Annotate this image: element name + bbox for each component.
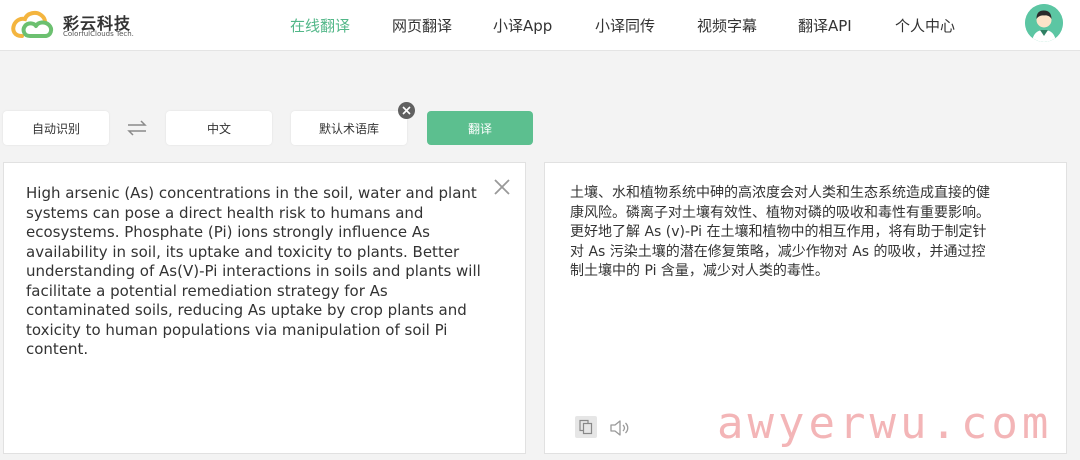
glossary-select[interactable]: 默认术语库 bbox=[291, 111, 407, 145]
clear-source-icon[interactable] bbox=[492, 177, 512, 197]
avatar[interactable] bbox=[1025, 4, 1063, 42]
cloud-logo-icon bbox=[11, 10, 54, 38]
translate-button[interactable]: 翻译 bbox=[427, 111, 533, 145]
target-language-select[interactable]: 中文 bbox=[166, 111, 272, 145]
nav-simultaneous[interactable]: 小译同传 bbox=[595, 15, 655, 36]
nav-video-subtitles[interactable]: 视频字幕 bbox=[697, 15, 757, 36]
watermark: awyerwu.com bbox=[717, 398, 1053, 449]
nav-web-translate[interactable]: 网页翻译 bbox=[392, 15, 452, 36]
source-panel: High arsenic (As) concentrations in the … bbox=[3, 162, 526, 454]
user-avatar-icon bbox=[1025, 4, 1063, 42]
translation-output: 土壤、水和植物系统中砷的高浓度会对人类和生态系统造成直接的健 康风险。磷离子对土… bbox=[570, 185, 990, 279]
source-text-input[interactable]: High arsenic (As) concentrations in the … bbox=[26, 184, 486, 360]
nav-online-translate[interactable]: 在线翻译 bbox=[290, 15, 350, 36]
close-icon bbox=[402, 106, 411, 115]
nav-profile[interactable]: 个人中心 bbox=[895, 15, 955, 36]
swap-arrows-icon[interactable] bbox=[125, 118, 149, 138]
copy-button[interactable] bbox=[575, 416, 597, 438]
source-language-select[interactable]: 自动识别 bbox=[3, 111, 109, 145]
nav-app[interactable]: 小译App bbox=[493, 15, 552, 36]
copy-icon bbox=[579, 419, 593, 435]
clear-glossary-button[interactable] bbox=[398, 102, 415, 119]
nav-api[interactable]: 翻译API bbox=[798, 15, 852, 36]
speaker-icon[interactable] bbox=[609, 418, 631, 438]
top-header: 彩云科技 ColorfulClouds Tech. 在线翻译 网页翻译 小译Ap… bbox=[0, 0, 1080, 51]
brand-name-en: ColorfulClouds Tech. bbox=[63, 30, 134, 38]
